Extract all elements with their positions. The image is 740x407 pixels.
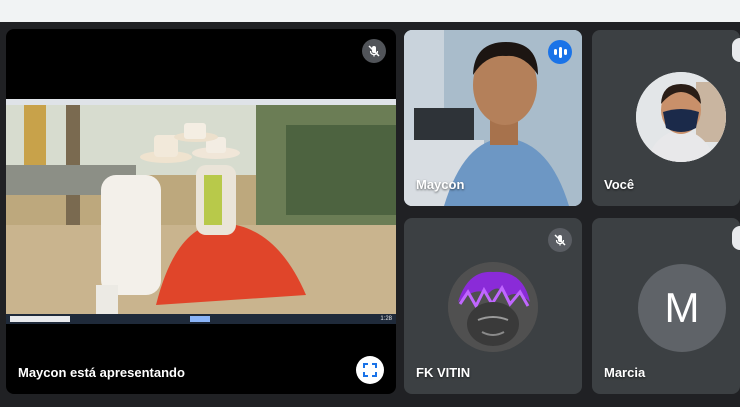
fullscreen-icon (363, 363, 377, 377)
avatar-initial: M (664, 284, 700, 331)
participant-tile-fk-vitin[interactable]: FK VITIN (404, 218, 582, 394)
participant-tile-marcia[interactable]: M Marcia (592, 218, 740, 394)
avatar-voce (636, 72, 726, 162)
shared-screen: 1:28 (6, 99, 396, 324)
windows-taskbar: 1:28 (6, 314, 396, 324)
participant-name-fk-vitin: FK VITIN (416, 365, 471, 380)
presenter-caption: Maycon está apresentando (18, 365, 185, 380)
fullscreen-button[interactable] (356, 356, 384, 384)
top-bar (0, 0, 740, 22)
mic-off-icon (362, 39, 386, 63)
participant-name-marcia: Marcia (604, 365, 646, 380)
participant-tile-maycon[interactable]: Maycon (404, 30, 582, 206)
participant-name-voce: Você (604, 177, 635, 192)
avatar-fk-vitin (448, 262, 538, 352)
presentation-tile[interactable]: 1:28 Maycon está apresentando (6, 29, 396, 394)
participant-name-maycon: Maycon (416, 177, 465, 192)
audio-level-icon (548, 40, 572, 64)
tile-edge-control[interactable] (732, 38, 740, 62)
dance-video-frame (6, 105, 396, 315)
participant-tile-voce[interactable]: Você (592, 30, 740, 206)
taskbar-clock: 1:28 (380, 316, 392, 322)
mic-off-icon (548, 228, 572, 252)
avatar-marcia: M (638, 264, 726, 352)
tile-edge-control[interactable] (732, 226, 740, 250)
